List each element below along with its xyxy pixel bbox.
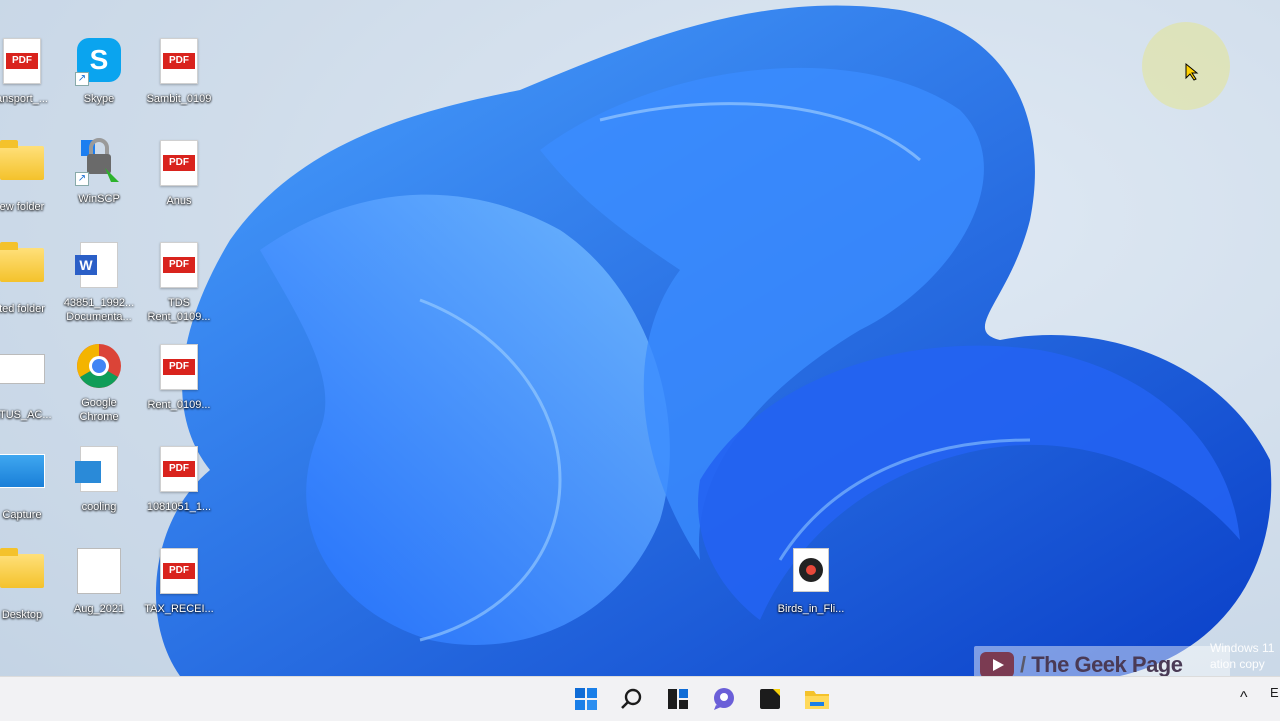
desktop-icon-anus[interactable]: PDF Anus (137, 138, 221, 234)
icon-label: ew folder (0, 201, 45, 213)
icon-label: Aug_2021 (73, 603, 125, 615)
desktop-icon-rent-0109[interactable]: PDF Rent_0109... (137, 342, 221, 438)
icon-label: WinSCP (78, 193, 120, 205)
desktop-icon-tax-receipt[interactable]: PDF TAX_RECEI... (137, 546, 221, 642)
word-file-icon: W (75, 242, 118, 288)
chat-button[interactable] (708, 683, 740, 715)
icon-label: Google (81, 397, 117, 409)
desktop-icon-aug-2021[interactable]: Aug_2021 (57, 546, 141, 642)
icon-label-line2: Chrome (79, 411, 119, 423)
desktop-icon-birds-in-flight[interactable]: Birds_in_Fli... (769, 546, 853, 642)
desktop-icon-new-folder[interactable]: ew folder (0, 138, 64, 234)
desktop-icon-sambit-0109[interactable]: PDF Sambit_0109 (137, 36, 221, 132)
icon-label: TAX_RECEI... (144, 603, 214, 615)
media-file-icon (793, 548, 829, 592)
desktop-icon-winscp[interactable]: ↗ WinSCP (57, 138, 141, 234)
sticky-notes-icon (760, 689, 780, 709)
desktop: PDF ansport_... ew folder ted folder ATU… (0, 0, 1280, 676)
image-icon (0, 454, 45, 488)
desktop-icon-skype[interactable]: S ↗ Skype (57, 36, 141, 132)
icon-label: Desktop (1, 609, 43, 621)
youtube-play-icon (980, 652, 1014, 676)
desktop-icon-tds-rent[interactable]: PDF TDS Rent_0109... (137, 240, 221, 336)
folder-icon (0, 242, 44, 282)
taskbar: ^ E (0, 676, 1280, 721)
pdf-file-icon: PDF (160, 140, 198, 186)
file-explorer-button[interactable] (800, 683, 832, 715)
desktop-icon-capture[interactable]: Capture (0, 444, 64, 540)
desktop-icon-1081051[interactable]: PDF 1081051_1... (137, 444, 221, 540)
watermark-brand: The Geek Page (1031, 652, 1183, 676)
pdf-file-icon: PDF (160, 548, 198, 594)
search-button[interactable] (616, 683, 648, 715)
icon-label-line2: Rent_0109... (147, 311, 211, 323)
icon-label-line2: Documenta... (66, 311, 132, 323)
icon-label: 43851_1992... (63, 297, 135, 309)
document-icon (77, 548, 121, 594)
tray-language-indicator[interactable]: E (1270, 685, 1279, 700)
desktop-icon-status-ac[interactable]: ATUS_AC... (0, 342, 64, 438)
desktop-icon-cooling[interactable]: cooling (57, 444, 141, 540)
icon-label: Anus (166, 195, 192, 207)
icon-label: cooling (81, 501, 117, 513)
folder-icon (0, 140, 44, 180)
shortcut-arrow-icon: ↗ (75, 172, 89, 186)
desktop-icon-transport[interactable]: PDF ansport_... (0, 36, 64, 132)
pdf-file-icon: PDF (160, 242, 198, 288)
icon-label: 1081051_1... (146, 501, 212, 513)
icon-label: Capture (2, 509, 42, 521)
chrome-icon (77, 344, 121, 388)
desktop-icon-google-chrome[interactable]: Google Chrome (57, 342, 141, 438)
pdf-file-icon: PDF (160, 446, 198, 492)
desktop-icon-desktop-folder[interactable]: Desktop (0, 546, 64, 642)
task-view-icon (668, 689, 688, 709)
sticky-notes-button[interactable] (754, 683, 786, 715)
pdf-file-icon: PDF (160, 38, 198, 84)
channel-watermark: / The Geek Page (974, 646, 1230, 676)
tray-overflow-chevron[interactable]: ^ (1240, 689, 1248, 707)
folder-icon (0, 548, 44, 588)
desktop-icon-word-document[interactable]: W 43851_1992... Documenta... (57, 240, 141, 336)
icon-label: Birds_in_Fli... (777, 603, 845, 615)
search-icon (621, 688, 642, 709)
chat-icon (714, 688, 734, 710)
cooling-icon (75, 446, 118, 492)
pdf-file-icon: PDF (160, 344, 198, 390)
icon-label: ansport_... (0, 93, 48, 105)
icon-label: TDS (168, 297, 190, 309)
icon-label: Sambit_0109 (146, 93, 212, 105)
icon-label: Skype (83, 93, 115, 105)
windows-logo-icon (575, 688, 597, 710)
document-icon (0, 354, 45, 384)
task-view-button[interactable] (662, 683, 694, 715)
start-button[interactable] (570, 683, 602, 715)
icon-label: ted folder (0, 303, 45, 315)
icon-label: ATUS_AC... (0, 409, 52, 421)
desktop-icon-zipped-folder[interactable]: ted folder (0, 240, 64, 336)
icon-label: Rent_0109... (147, 399, 211, 411)
folder-icon (805, 691, 829, 709)
pdf-file-icon: PDF (3, 38, 41, 84)
shortcut-arrow-icon: ↗ (75, 72, 89, 86)
